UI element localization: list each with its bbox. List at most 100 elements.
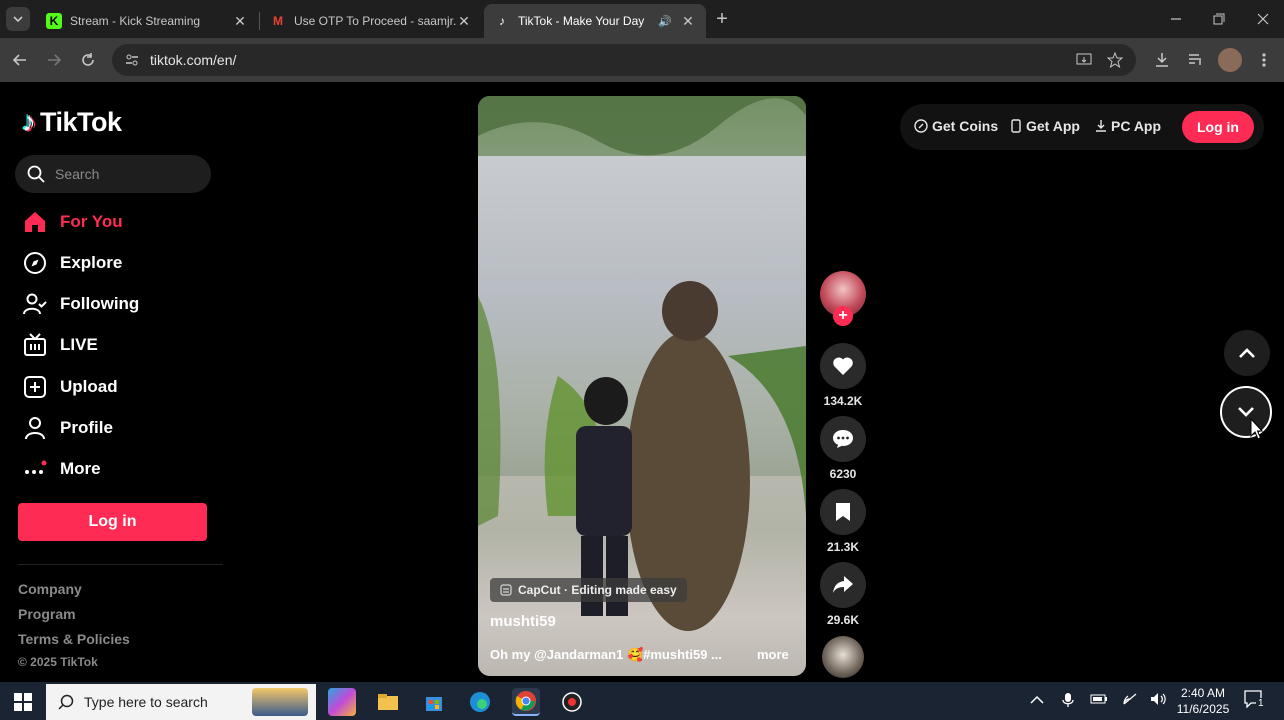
search-icon [58, 694, 74, 710]
file-explorer-icon[interactable] [374, 688, 402, 716]
restore-icon [1213, 13, 1225, 25]
notifications-button[interactable]: 1 [1244, 690, 1266, 711]
tiktok-logo[interactable]: ♪ TikTok [22, 106, 122, 138]
minimize-button[interactable] [1164, 7, 1188, 31]
tiktok-icon: ♪ [499, 14, 505, 28]
new-tab-button[interactable]: + [710, 7, 734, 31]
reload-button[interactable] [76, 48, 100, 72]
music-disc[interactable] [822, 636, 864, 678]
bookmark-button[interactable] [1103, 48, 1127, 72]
tab-search-button[interactable] [6, 7, 30, 31]
nav-profile[interactable]: Profile [22, 412, 113, 444]
tab-gmail[interactable]: M Use OTP To Proceed - saamjr.15 ✕ [260, 4, 482, 38]
close-icon[interactable]: ✕ [232, 13, 248, 30]
nav-explore[interactable]: Explore [22, 247, 122, 279]
header-login-button[interactable]: Log in [1182, 111, 1254, 143]
video-author[interactable]: mushti59 [490, 613, 556, 630]
nav-upload[interactable]: Upload [22, 371, 118, 403]
tab-kick[interactable]: K Stream - Kick Streaming ✕ [36, 4, 258, 38]
microphone-icon[interactable] [1062, 692, 1074, 711]
nav-label: More [60, 459, 101, 478]
tab-tiktok[interactable]: ♪ TikTok - Make Your Day 🔊 ✕ [484, 4, 706, 38]
star-icon [1107, 52, 1123, 68]
share-button[interactable] [820, 562, 866, 608]
person-icon [22, 415, 48, 441]
get-app-label: Get App [1026, 118, 1080, 134]
like-button[interactable] [820, 343, 866, 389]
chrome-icon[interactable] [512, 688, 540, 716]
downloads-button[interactable] [1150, 48, 1174, 72]
chevron-down-icon [13, 16, 23, 23]
forward-button[interactable] [42, 48, 66, 72]
footer-link-program[interactable]: Program [18, 606, 76, 622]
capcut-badge[interactable]: CapCut · Editing made easy [490, 578, 687, 602]
menu-button[interactable] [1252, 48, 1276, 72]
user-follow-icon [22, 291, 48, 317]
search-box[interactable] [15, 155, 211, 193]
window-close-button[interactable] [1251, 7, 1275, 31]
tray-overflow-icon[interactable] [1030, 692, 1044, 708]
chevron-up-icon [1239, 348, 1255, 358]
kick-icon: K [46, 13, 62, 29]
site-settings-icon[interactable] [124, 52, 140, 68]
sidebar-divider [18, 564, 223, 565]
notification-count: 1 [1256, 698, 1266, 709]
comment-count: 6230 [829, 467, 857, 481]
tab-title: Use OTP To Proceed - saamjr.15 [294, 14, 456, 28]
get-coins-button[interactable]: Get Coins [914, 118, 998, 134]
share-icon [833, 576, 853, 593]
follow-plus-icon[interactable]: + [833, 306, 853, 326]
nav-label: Explore [60, 253, 123, 272]
back-button[interactable] [8, 48, 32, 72]
bookmark-icon [836, 503, 850, 521]
nav-more[interactable]: More [22, 453, 101, 485]
sidebar-login-button[interactable]: Log in [18, 503, 207, 541]
speaker-icon[interactable]: 🔊 [658, 15, 672, 28]
brand-name: TikTok [40, 106, 122, 137]
browser-tab-strip: K Stream - Kick Streaming ✕ M Use OTP To… [0, 0, 1284, 38]
recorder-icon[interactable] [558, 688, 586, 716]
restore-button[interactable] [1207, 7, 1231, 31]
comment-button[interactable] [820, 416, 866, 462]
start-button[interactable] [9, 688, 37, 716]
media-controls-button[interactable] [1184, 48, 1208, 72]
store-icon[interactable] [420, 688, 448, 716]
copilot-icon[interactable] [328, 688, 356, 716]
search-icon [27, 165, 45, 183]
get-app-button[interactable]: Get App [1010, 118, 1080, 134]
caption-more-link[interactable]: more [757, 647, 789, 662]
browser-toolbar: tiktok.com/en/ [0, 38, 1284, 82]
url-text: tiktok.com/en/ [150, 52, 237, 68]
save-button[interactable] [820, 489, 866, 535]
taskbar-search-placeholder: Type here to search [84, 694, 208, 710]
pc-app-button[interactable]: PC App [1095, 118, 1161, 134]
phone-icon [1011, 119, 1021, 133]
footer-link-company[interactable]: Company [18, 581, 82, 597]
nav-for-you[interactable]: For You [22, 206, 123, 238]
next-video-button[interactable] [1220, 386, 1272, 438]
download-icon [1096, 120, 1106, 132]
nav-following[interactable]: Following [22, 288, 139, 320]
edge-icon[interactable] [466, 688, 494, 716]
volume-icon[interactable] [1150, 692, 1168, 709]
nav-live[interactable]: LIVE [22, 329, 98, 361]
address-bar[interactable]: tiktok.com/en/ [112, 44, 1136, 76]
more-dots-icon [22, 456, 48, 482]
nav-label: Profile [60, 418, 113, 437]
save-count: 21.3K [826, 540, 860, 554]
taskbar-search[interactable]: Type here to search [46, 684, 316, 720]
battery-icon[interactable] [1090, 692, 1108, 708]
previous-video-button[interactable] [1224, 330, 1270, 376]
footer-link-terms[interactable]: Terms & Policies [18, 631, 130, 647]
close-icon[interactable]: ✕ [680, 13, 696, 30]
profile-avatar[interactable] [1218, 48, 1242, 72]
gmail-icon: M [273, 14, 283, 28]
nav-label: For You [60, 212, 123, 231]
network-icon[interactable] [1122, 692, 1138, 709]
clock-time: 2:40 AM [1180, 686, 1226, 700]
tiktok-note-icon: ♪ [22, 106, 36, 137]
close-icon[interactable]: ✕ [456, 13, 472, 30]
search-input[interactable] [55, 166, 195, 182]
install-app-button[interactable] [1072, 48, 1096, 72]
taskbar-clock[interactable]: 2:40 AM 11/6/2025 [1170, 685, 1236, 717]
